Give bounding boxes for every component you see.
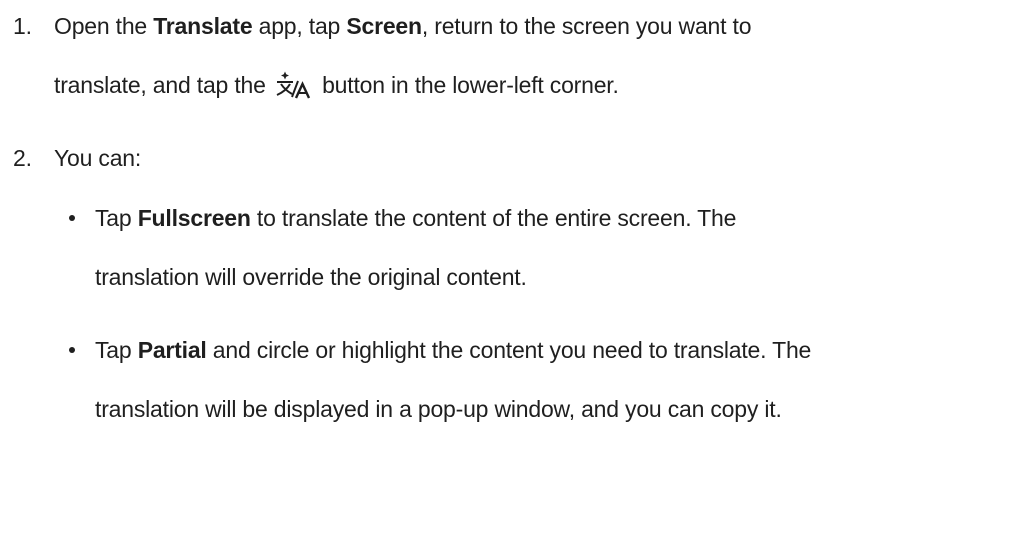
- translate-app-name: Translate: [153, 13, 253, 39]
- screen-option-name: Screen: [346, 13, 422, 39]
- step-1-line-2: translate, and tap the button in the low…: [54, 70, 619, 100]
- partial-option-name: Partial: [137, 337, 207, 363]
- fullscreen-option-name: Fullscreen: [137, 205, 251, 231]
- step-2-text: You can:: [54, 145, 142, 171]
- step-number: 1.: [13, 13, 32, 39]
- translate-icon: [274, 70, 314, 100]
- bullet-dot: [69, 215, 75, 221]
- bullet-1-line-2: translation will override the original c…: [95, 264, 527, 290]
- step-number: 2.: [13, 145, 32, 171]
- step-1-line-1: Open the Translate app, tap Screen, retu…: [54, 13, 752, 39]
- bullet-1-line-1: Tap Fullscreen to translate the content …: [95, 205, 737, 231]
- bullet-2-line-2: translation will be displayed in a pop-u…: [95, 396, 782, 422]
- bullet-2-line-1: Tap Partial and circle or highlight the …: [95, 337, 812, 363]
- bullet-dot: [69, 347, 75, 353]
